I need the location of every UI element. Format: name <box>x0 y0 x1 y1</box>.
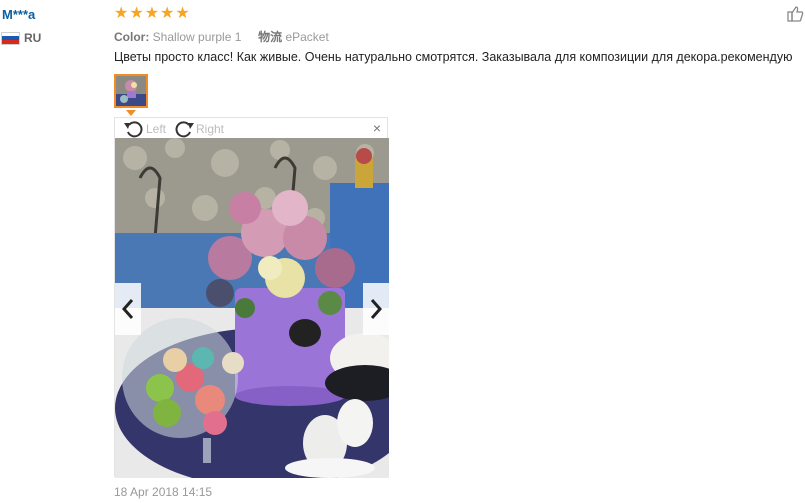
star-icon: ★ <box>129 5 144 22</box>
color-value: Shallow purple 1 <box>152 30 242 44</box>
rotate-right-button[interactable]: Right <box>173 119 224 139</box>
viewer-toolbar: Left Right × <box>115 118 389 138</box>
thumbs-up-icon <box>787 6 804 22</box>
order-info: Color: Shallow purple 1 物流 ePacket <box>114 28 329 45</box>
star-icon: ★ <box>175 5 190 22</box>
russia-flag-icon <box>2 32 19 44</box>
close-icon[interactable]: × <box>373 120 381 136</box>
reviewer-name: M***a <box>2 7 36 22</box>
country-code: RU <box>24 31 42 45</box>
photo-viewer: Left Right × <box>114 117 389 478</box>
chevron-left-icon <box>121 299 134 319</box>
chevron-right-icon <box>370 299 383 319</box>
rotate-left-label: Left <box>146 122 167 136</box>
star-icon: ★ <box>114 5 129 22</box>
star-rating: ★ ★ ★ ★ ★ <box>114 6 190 22</box>
star-icon: ★ <box>160 5 175 22</box>
rotate-left-icon <box>124 121 143 138</box>
shipping-value: ePacket <box>285 30 329 44</box>
next-photo-button[interactable] <box>363 283 389 335</box>
rotate-right-icon <box>175 121 194 138</box>
review-photo <box>115 138 389 478</box>
helpful-button[interactable] <box>787 5 804 27</box>
review-text: Цветы просто класс! Как живые. Очень нат… <box>114 50 793 64</box>
review-photo-image <box>115 138 389 478</box>
reviewer-country: RU <box>2 31 41 45</box>
prev-photo-button[interactable] <box>115 283 141 335</box>
rotate-left-button[interactable]: Left <box>123 119 166 139</box>
photo-thumbnail[interactable] <box>114 74 148 108</box>
color-label: Color: <box>114 30 150 44</box>
star-icon: ★ <box>144 5 160 22</box>
review-date: 18 Apr 2018 14:15 <box>114 485 213 499</box>
photo-thumbnail-image <box>116 76 146 106</box>
thumbnail-pointer <box>126 110 136 116</box>
shipping-label: 物流 <box>258 30 283 44</box>
rotate-right-label: Right <box>196 122 225 136</box>
